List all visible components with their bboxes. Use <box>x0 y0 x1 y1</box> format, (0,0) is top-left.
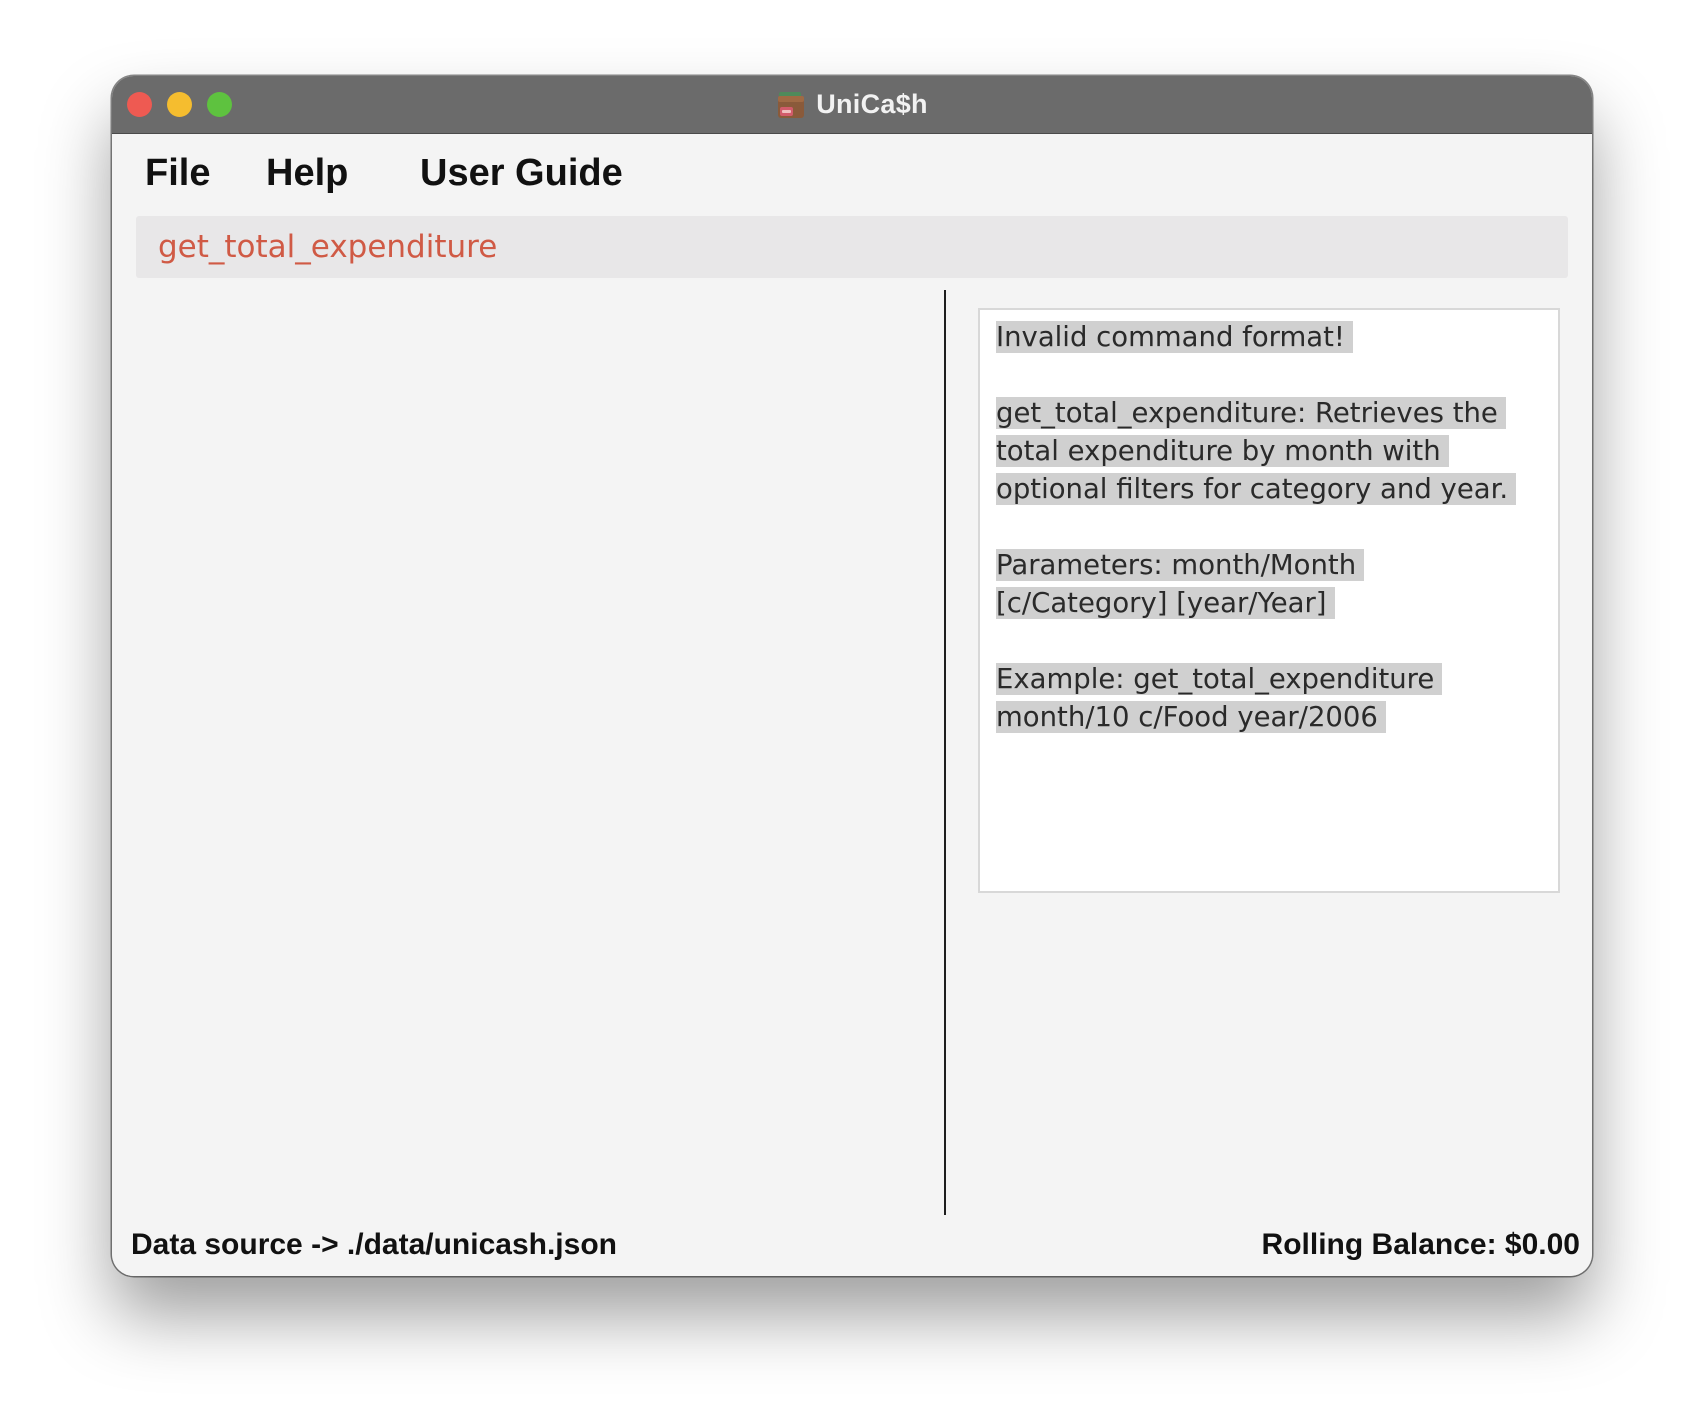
command-box <box>136 216 1568 278</box>
window-title-group: UniCa$h <box>112 76 1592 133</box>
menu-user-guide[interactable]: User Guide <box>420 152 623 195</box>
window-title: UniCa$h <box>816 89 928 119</box>
result-text: Invalid command format! get_total_expend… <box>996 318 1536 774</box>
command-input[interactable] <box>136 216 1568 278</box>
result-error-text: Invalid command format! <box>996 321 1353 353</box>
result-example-text: Example: get_total_expenditure month/10 … <box>996 663 1443 733</box>
result-parameters: Parameters: month/Month [c/Category] [ye… <box>996 546 1536 622</box>
menu-help[interactable]: Help <box>266 152 348 195</box>
wallet-icon <box>776 90 806 120</box>
result-error-message: Invalid command format! <box>996 318 1536 356</box>
menu-file[interactable]: File <box>145 152 210 195</box>
transaction-list-panel[interactable] <box>112 290 944 1215</box>
app-window: UniCa$h File Help User Guide Invalid com… <box>112 76 1592 1276</box>
main-area: Invalid command format! get_total_expend… <box>112 290 1592 1215</box>
rolling-balance-label: Rolling Balance: $0.00 <box>1261 1228 1580 1261</box>
menu-bar: File Help User Guide <box>112 134 1592 208</box>
result-display[interactable]: Invalid command format! get_total_expend… <box>978 308 1560 893</box>
result-parameters-text: Parameters: month/Month [c/Category] [ye… <box>996 549 1365 619</box>
status-bar: Data source -> ./data/unicash.json Rolli… <box>112 1215 1592 1276</box>
data-source-label: Data source -> ./data/unicash.json <box>131 1228 617 1261</box>
result-description-text: get_total_expenditure: Retrieves the tot… <box>996 397 1517 505</box>
result-command-description: get_total_expenditure: Retrieves the tot… <box>996 394 1536 508</box>
split-pane-divider[interactable] <box>944 290 946 1215</box>
result-example: Example: get_total_expenditure month/10 … <box>996 660 1536 736</box>
title-bar[interactable]: UniCa$h <box>112 76 1592 134</box>
